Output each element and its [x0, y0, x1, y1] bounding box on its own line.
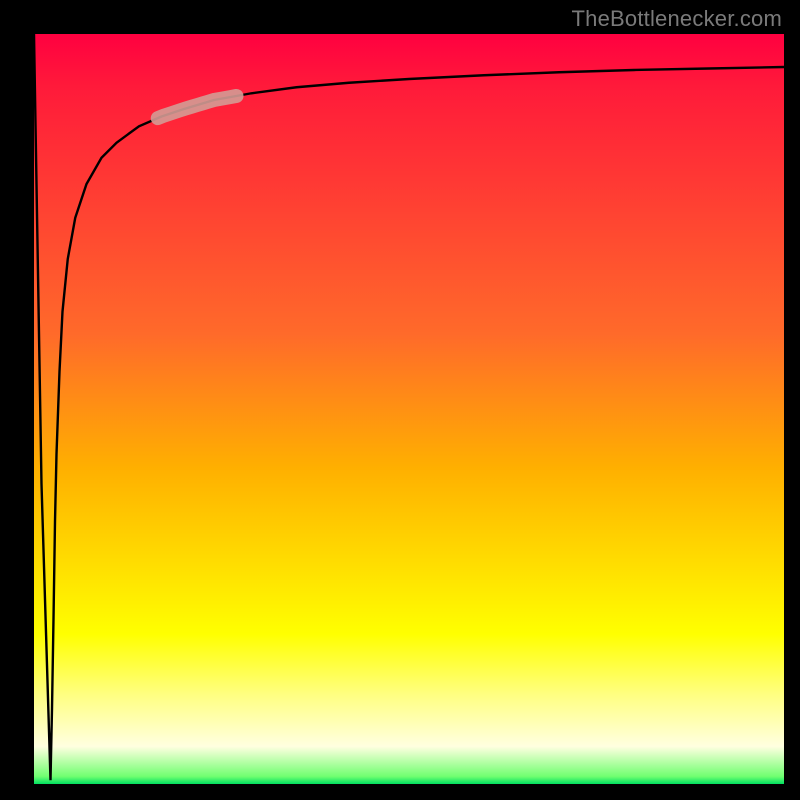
- bottleneck-curve-svg: [34, 34, 784, 784]
- brand-watermark: TheBottlenecker.com: [572, 6, 782, 32]
- bottleneck-curve-line: [34, 34, 784, 780]
- gradient-plot-area: [34, 34, 784, 784]
- chart-frame: TheBottlenecker.com: [0, 0, 800, 800]
- curve-highlight-segment: [158, 96, 237, 118]
